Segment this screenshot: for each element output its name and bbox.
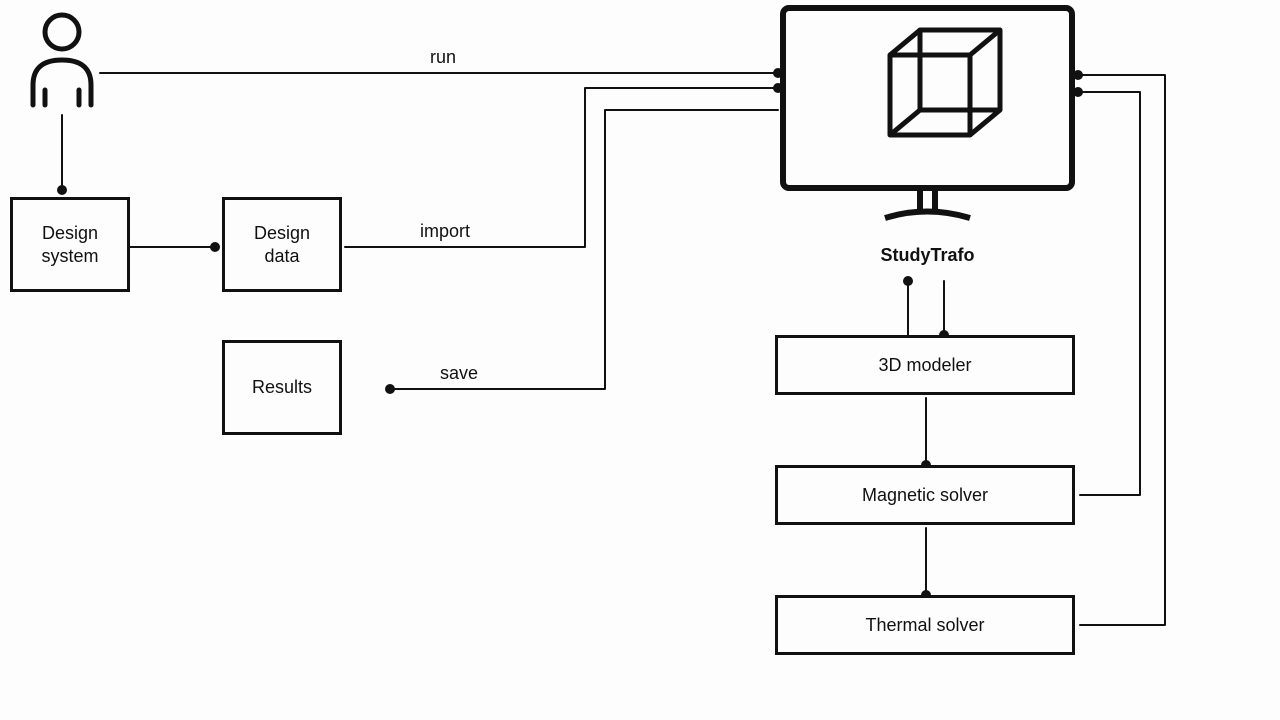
studytrafo-title: StudyTrafo	[780, 245, 1075, 266]
node-design-system: Design system	[10, 197, 130, 292]
node-results: Results	[222, 340, 342, 435]
edge-label-run: run	[430, 47, 456, 68]
monitor-icon	[780, 5, 1075, 235]
edge-label-save: save	[440, 363, 478, 384]
connectors	[0, 0, 1280, 720]
node-label: 3D modeler	[878, 354, 971, 377]
user-icon	[25, 10, 100, 110]
node-thermal-solver: Thermal solver	[775, 595, 1075, 655]
studytrafo-label: StudyTrafo	[880, 245, 974, 265]
node-label: Magnetic solver	[862, 484, 988, 507]
node-label: Thermal solver	[865, 614, 984, 637]
node-label: Design data	[254, 222, 310, 267]
node-label: Design system	[41, 222, 98, 267]
diagram-canvas: { "nodes": { "design_system": "Design\ns…	[0, 0, 1280, 720]
node-3d-modeler: 3D modeler	[775, 335, 1075, 395]
node-label: Results	[252, 376, 312, 399]
edge-label-import: import	[420, 221, 470, 242]
node-magnetic-solver: Magnetic solver	[775, 465, 1075, 525]
node-design-data: Design data	[222, 197, 342, 292]
